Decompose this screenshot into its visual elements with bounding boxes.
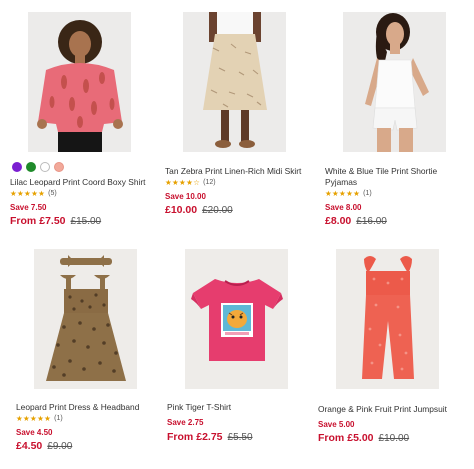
save-amount: Save 7.50 <box>10 203 47 212</box>
current-price: £5.00 <box>347 432 374 444</box>
price-line: £4.50 £9.00 <box>16 440 72 452</box>
was-price: £9.00 <box>47 441 73 452</box>
swatch-white[interactable] <box>40 162 50 172</box>
was-price: £20.00 <box>202 205 233 216</box>
price-line: From £7.50 £15.00 <box>10 215 101 227</box>
product-image-pyjamas[interactable] <box>343 12 446 152</box>
current-price: £4.50 <box>16 440 43 452</box>
shirt-photo <box>28 12 131 152</box>
current-price: £2.75 <box>196 431 223 443</box>
leopard-dress-photo <box>34 249 137 389</box>
star-rating-icon: ★★★★★ <box>10 189 46 198</box>
product-image-shirt[interactable] <box>28 12 131 152</box>
review-count: (12) <box>203 179 216 186</box>
was-price: £5.50 <box>227 432 253 443</box>
product-rating: ★★★★★ (1) <box>325 189 372 198</box>
product-image-leopard-dress[interactable] <box>34 249 137 389</box>
save-amount: Save 8.00 <box>325 203 362 212</box>
product-image-skirt[interactable] <box>183 12 286 152</box>
product-title[interactable]: Pink Tiger T-Shirt <box>167 402 317 413</box>
review-count: (1) <box>363 190 372 197</box>
product-rating: ★★★★★ (5) <box>10 189 57 198</box>
price-prefix: From <box>318 432 345 444</box>
star-rating-icon: ★★★★★ <box>325 189 361 198</box>
current-price: £10.00 <box>165 204 198 216</box>
review-count: (5) <box>48 190 57 197</box>
pyjamas-photo <box>343 12 446 152</box>
product-title[interactable]: Leopard Print Dress & Headband <box>16 402 166 413</box>
product-image-pink-tshirt[interactable] <box>185 249 288 389</box>
was-price: £16.00 <box>356 216 387 227</box>
price-prefix: From <box>10 215 37 227</box>
colour-swatches <box>12 162 64 172</box>
review-count: (1) <box>54 415 63 422</box>
product-rating: ★★★★★ (1) <box>16 414 63 423</box>
current-price: £8.00 <box>325 215 352 227</box>
skirt-photo <box>183 12 286 152</box>
was-price: £10.00 <box>378 433 410 444</box>
product-rating: ★★★★☆ (12) <box>165 178 216 187</box>
product-title[interactable]: Tan Zebra Print Linen-Rich Midi Skirt <box>165 166 315 177</box>
product-title[interactable]: Orange & Pink Fruit Print Jumpsuit <box>318 404 468 415</box>
star-rating-icon: ★★★★☆ <box>165 178 201 187</box>
price-line: From £2.75 £5.50 <box>167 431 253 443</box>
current-price: £7.50 <box>39 215 66 227</box>
product-image-orange-jumpsuit[interactable] <box>336 249 439 389</box>
swatch-purple[interactable] <box>12 162 22 172</box>
save-amount: Save 2.75 <box>167 418 204 427</box>
price-line: From £5.00 £10.00 <box>318 432 409 444</box>
orange-jumpsuit-photo <box>336 249 439 389</box>
save-amount: Save 10.00 <box>165 192 206 201</box>
price-prefix: From <box>167 431 194 443</box>
save-amount: Save 4.50 <box>16 428 53 437</box>
was-price: £15.00 <box>70 216 102 227</box>
star-rating-icon: ★★★★★ <box>16 414 52 423</box>
price-line: £10.00 £20.00 <box>165 204 233 216</box>
product-title[interactable]: Lilac Leopard Print Coord Boxy Shirt <box>10 177 160 188</box>
pink-tiger-tshirt-photo <box>185 249 288 389</box>
save-amount: Save 5.00 <box>318 420 355 429</box>
swatch-peach[interactable] <box>54 162 64 172</box>
swatch-green[interactable] <box>26 162 36 172</box>
product-title[interactable]: White & Blue Tile Print Shortie Pyjamas <box>325 166 450 188</box>
price-line: £8.00 £16.00 <box>325 215 387 227</box>
